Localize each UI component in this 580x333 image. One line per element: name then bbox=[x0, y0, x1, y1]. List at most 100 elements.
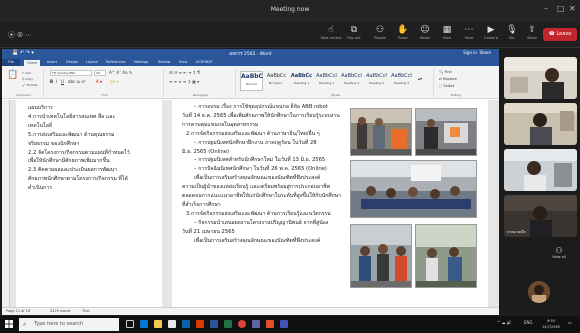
bullets-icon[interactable]: ☰ ☷ ≡ ⇤ ⇥ ↕ ¶ bbox=[169, 70, 200, 75]
find-button[interactable]: 🔍 Find bbox=[439, 70, 452, 74]
select-button[interactable]: ⬚ Select bbox=[439, 84, 454, 88]
store-icon[interactable] bbox=[168, 320, 176, 328]
maximize-icon[interactable]: □ bbox=[557, 4, 565, 13]
task-view-icon[interactable] bbox=[126, 320, 134, 328]
language-indicator[interactable]: Thai bbox=[82, 309, 89, 313]
windows-start-icon[interactable] bbox=[5, 320, 13, 328]
tab-design[interactable]: Design bbox=[66, 60, 78, 64]
style-no-spacing[interactable]: AaBbCc No Spac... bbox=[265, 71, 288, 91]
cut-icon[interactable]: ✂ Cut bbox=[22, 71, 31, 75]
paragraph-label: Paragraph bbox=[192, 93, 209, 97]
document-page-main[interactable]: – การอบรม เรื่อง การใช้ชุดอุปกรณ์แขนกล ย… bbox=[172, 100, 488, 307]
teams-meeting-icon[interactable] bbox=[280, 320, 288, 328]
paste-icon[interactable]: 📋 bbox=[7, 70, 18, 80]
grid-people-icon: ⚇ bbox=[555, 246, 563, 255]
style-heading-1[interactable]: AaBbCc Heading 1 bbox=[290, 71, 313, 91]
word-document-title: ผลการ 2565 - Word bbox=[229, 52, 272, 57]
word-icon[interactable] bbox=[210, 320, 218, 328]
tab-view[interactable]: View bbox=[179, 60, 187, 64]
notification-icon[interactable]: ▭ bbox=[568, 320, 572, 325]
chrome-icon[interactable] bbox=[238, 320, 246, 328]
participant-tile[interactable] bbox=[504, 103, 577, 145]
search-icon: ⌕ bbox=[23, 321, 27, 328]
input-language[interactable]: ENG bbox=[524, 320, 533, 325]
styles-more-icon[interactable]: ▴▾ bbox=[418, 76, 422, 81]
replace-button[interactable]: ⇄ Replace bbox=[439, 77, 457, 81]
tab-insert[interactable]: Insert bbox=[47, 60, 57, 64]
shared-word-window: 💾 ↶ ↷ ▾ ผลการ 2565 - Word Sign in Share … bbox=[2, 49, 499, 315]
share-button[interactable]: ⇪ Share bbox=[519, 25, 545, 40]
strikethrough-icon[interactable]: abc x₂ x² bbox=[68, 79, 86, 84]
excel-icon[interactable] bbox=[224, 320, 232, 328]
view-all-button[interactable]: ⚇ View all bbox=[547, 246, 571, 259]
close-icon[interactable]: ✕ bbox=[569, 4, 576, 13]
font-label: Font bbox=[101, 93, 108, 97]
font-size-box[interactable]: 16 bbox=[94, 70, 106, 76]
phone-icon: ☎ bbox=[548, 31, 555, 37]
clipboard-group: 📋 ✂ Cut ⎘ Copy 🖌 Format Clipboard bbox=[4, 68, 44, 97]
main-text-column: – การอบรม เรื่อง การใช้ชุดอุปกรณ์แขนกล ย… bbox=[182, 104, 342, 244]
teams-icon[interactable] bbox=[252, 320, 260, 328]
photo-robot-training-1 bbox=[350, 108, 412, 156]
editing-label: Editing bbox=[450, 93, 462, 97]
photo-group-2 bbox=[415, 224, 477, 288]
ribbon: 📋 ✂ Cut ⎘ Copy 🖌 Format Clipboard TH Sar… bbox=[2, 66, 499, 99]
copy-icon[interactable]: ⎘ Copy bbox=[22, 77, 33, 81]
tab-mailings[interactable]: Mailings bbox=[134, 60, 148, 64]
font-group: TH SarabunPSK 16 A^ A˅ Aa ✎ B I U abc x₂… bbox=[46, 68, 164, 97]
word-status-bar: Page 11 of 18 4425 words Thai bbox=[2, 307, 499, 315]
meeting-title: Meeting now bbox=[270, 6, 310, 13]
word-title-bar: 💾 ↶ ↷ ▾ ผลการ 2565 - Word Sign in Share bbox=[2, 49, 499, 59]
tab-references[interactable]: References bbox=[106, 60, 125, 64]
meeting-menu-icon[interactable]: ⦿ ⦾ ⋯ bbox=[8, 30, 32, 40]
tab-file[interactable]: File bbox=[2, 59, 20, 66]
italic-icon[interactable]: I bbox=[56, 79, 57, 84]
ribbon-tabs: File Home Insert Design Layout Reference… bbox=[2, 59, 499, 66]
photo-robot-training-2 bbox=[415, 108, 477, 156]
pop-out-button[interactable]: ⧉ Pop out bbox=[341, 25, 367, 40]
vertical-ruler bbox=[2, 100, 10, 307]
share-doc-button[interactable]: Share bbox=[479, 50, 491, 55]
leave-button[interactable]: ☎ Leave bbox=[543, 28, 577, 41]
powerpoint-icon[interactable] bbox=[196, 320, 204, 328]
file-explorer-icon[interactable] bbox=[154, 320, 162, 328]
align-icons[interactable]: ≡ ≡ ≡ ≡ ↕ ▦ ▾ bbox=[169, 79, 199, 84]
taskbar-search-input[interactable]: ⌕ Type here to search bbox=[19, 318, 119, 331]
self-avatar[interactable] bbox=[528, 281, 550, 303]
participant-tile[interactable] bbox=[504, 149, 577, 191]
word-count[interactable]: 4425 words bbox=[50, 309, 70, 313]
app-icon[interactable] bbox=[266, 320, 274, 328]
participant-tile[interactable]: ภาคย สมนึก bbox=[504, 195, 577, 237]
style-heading-4[interactable]: AaBbCcI Heading 4 bbox=[365, 71, 388, 91]
participant-tile[interactable] bbox=[504, 57, 577, 99]
font-color-icon[interactable]: A ▾ bbox=[96, 79, 102, 84]
bold-icon[interactable]: B bbox=[50, 79, 53, 84]
mail-icon[interactable] bbox=[182, 320, 190, 328]
tray-icons[interactable]: ^ ☁ 🔊 bbox=[497, 320, 512, 325]
document-area[interactable]: แผนบริการ 4.การนำเทคโนโลยีสารสนเทศ สื่อ … bbox=[2, 100, 499, 307]
style-heading-2[interactable]: AaBbCcI Heading 2 bbox=[315, 71, 338, 91]
taskbar-clock[interactable]: 9:55 14/7/2565 bbox=[540, 318, 562, 330]
photo-group-1 bbox=[350, 224, 412, 288]
underline-icon[interactable]: U bbox=[61, 79, 64, 84]
style-heading-5[interactable]: AaBbCcI Heading 5 bbox=[390, 71, 413, 91]
photo-seminar-room bbox=[350, 160, 477, 218]
minimize-icon[interactable]: – bbox=[544, 4, 548, 13]
style-heading-3[interactable]: AaBbCcI Heading 3 bbox=[340, 71, 363, 91]
format-painter-icon[interactable]: 🖌 Format bbox=[22, 83, 37, 87]
style-normal[interactable]: AaBbC Normal bbox=[240, 71, 263, 91]
font-name-box[interactable]: TH SarabunPSK bbox=[50, 70, 92, 76]
tab-layout[interactable]: Layout bbox=[86, 60, 98, 64]
sign-in-link[interactable]: Sign in bbox=[463, 50, 477, 55]
page-count[interactable]: Page 11 of 18 bbox=[6, 309, 30, 313]
styles-group: AaBbC Normal AaBbCc No Spac... AaBbCc He… bbox=[238, 68, 434, 97]
grow-font-icon[interactable]: A^ A˅ Aa ✎ bbox=[109, 70, 132, 75]
edge-icon[interactable] bbox=[140, 320, 148, 328]
tab-review[interactable]: Review bbox=[158, 60, 171, 64]
share-icon: ⇪ bbox=[528, 25, 536, 35]
highlight-icon[interactable]: ab ▾ bbox=[110, 79, 118, 84]
document-page-left-column[interactable]: แผนบริการ 4.การนำเทคโนโลยีสารสนเทศ สื่อ … bbox=[16, 100, 162, 307]
editing-group: 🔍 Find ⇄ Replace ⬚ Select Editing bbox=[436, 68, 476, 97]
clipboard-label: Clipboard bbox=[16, 93, 31, 97]
tab-acrobat[interactable]: ACROBAT bbox=[196, 60, 213, 64]
